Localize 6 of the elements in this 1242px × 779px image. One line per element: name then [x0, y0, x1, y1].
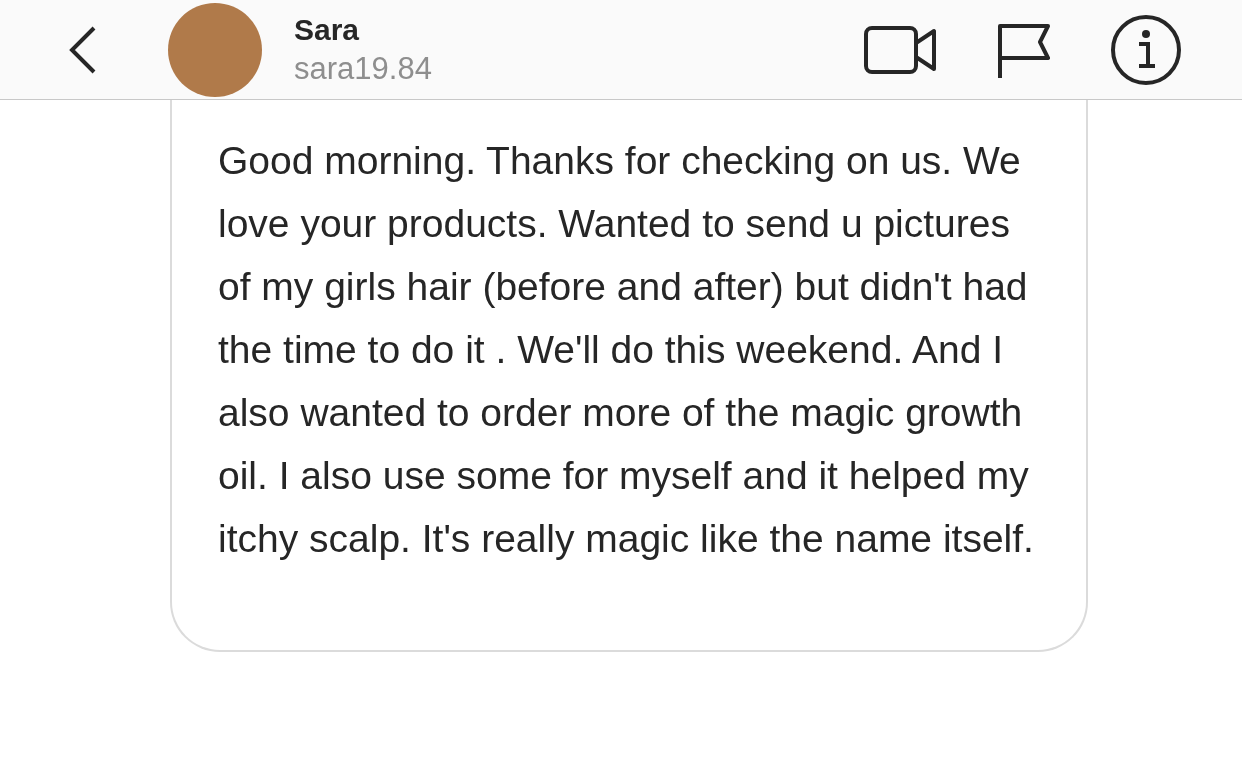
contact-username: sara19.84: [294, 50, 432, 87]
back-icon[interactable]: [68, 24, 98, 75]
contact-name: Sara: [294, 12, 361, 47]
message-text: Good morning. Thanks for checking on us. We love your products. Wanted to send u pictures of my girls hair (before and after) but didn't had the time to do it . We'll do this weekend. And I also wanted to order more of the magic growth oil. I also use some for myself and it helped my itchy scalp. It's really magic like the name itself.: [218, 138, 1035, 562]
video-camera-icon[interactable]: [864, 24, 938, 75]
info-icon[interactable]: [1110, 13, 1182, 86]
